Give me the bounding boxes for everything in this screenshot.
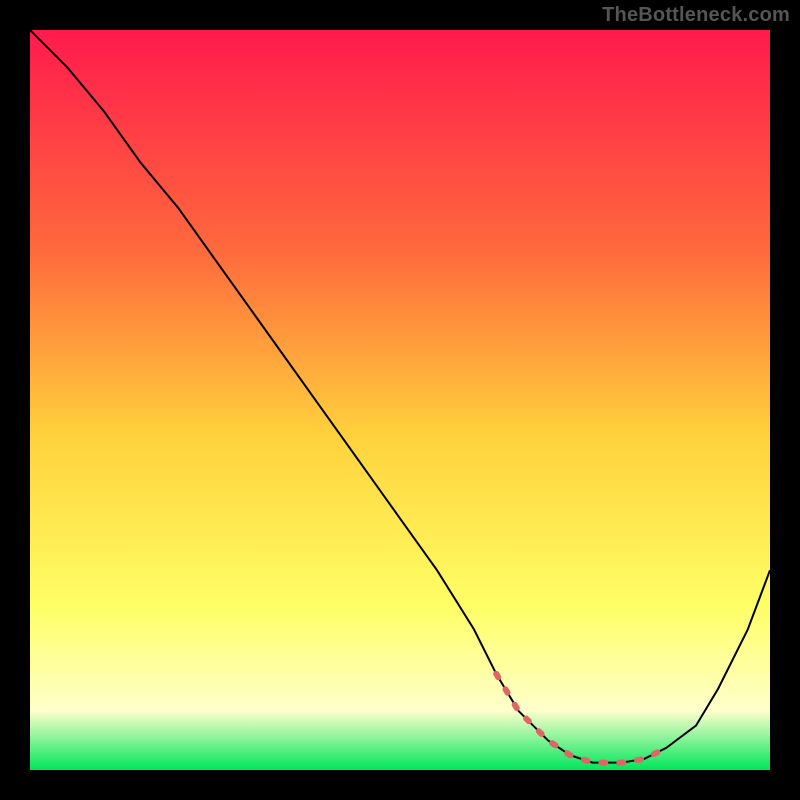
chart-stage: TheBottleneck.com (0, 0, 800, 800)
bottleneck-chart-svg (30, 30, 770, 770)
watermark-text: TheBottleneck.com (602, 4, 790, 27)
gradient-background (30, 30, 770, 770)
plot-area (30, 30, 770, 770)
